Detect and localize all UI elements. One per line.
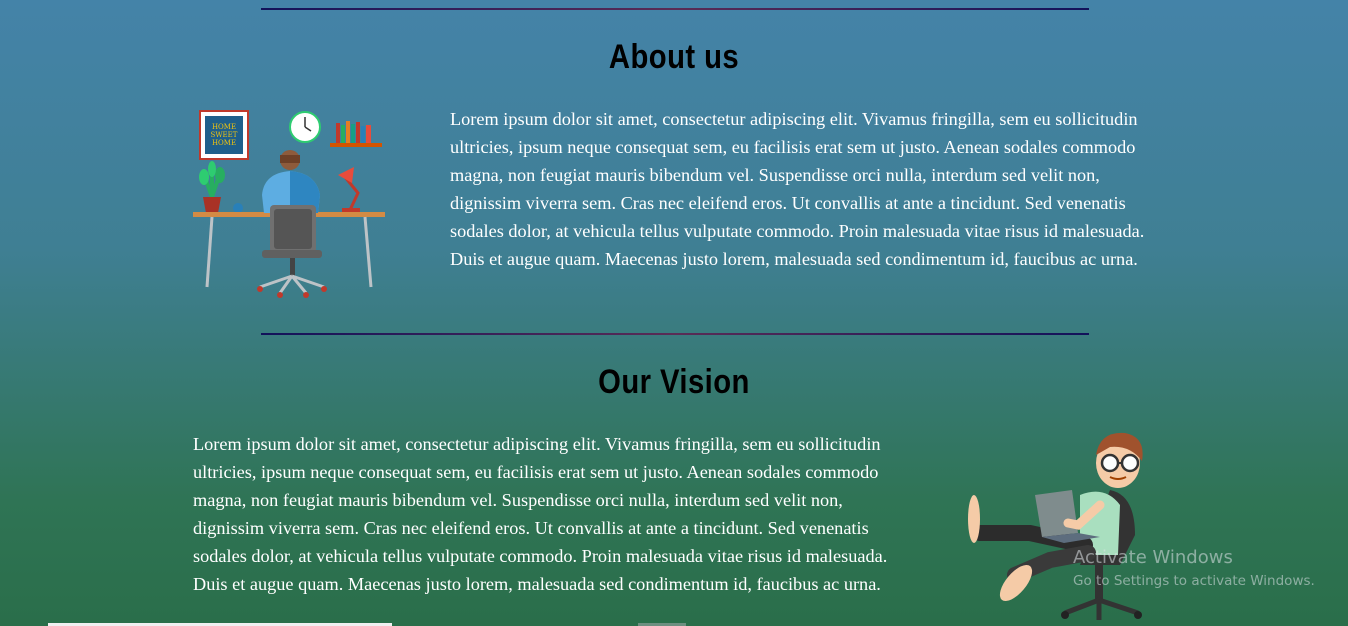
vision-text: Lorem ipsum dolor sit amet, consectetur … bbox=[193, 434, 888, 594]
activate-windows-title: Activate Windows bbox=[1073, 547, 1233, 568]
vision-heading: Our Vision bbox=[598, 363, 750, 401]
frame-text-3: HOME bbox=[212, 139, 236, 147]
top-divider bbox=[261, 8, 1089, 10]
about-text: Lorem ipsum dolor sit amet, consectetur … bbox=[450, 109, 1145, 269]
about-heading: About us bbox=[608, 38, 740, 76]
frame-text-1: HOME bbox=[212, 123, 236, 131]
activate-windows-subtitle: Go to Settings to activate Windows. bbox=[1073, 573, 1315, 589]
office-desk-illustration: HOME SWEET HOME bbox=[193, 110, 385, 298]
middle-divider bbox=[261, 333, 1089, 335]
frame-text-2: SWEET bbox=[211, 131, 238, 139]
relaxed-developer-illustration bbox=[968, 432, 1143, 620]
